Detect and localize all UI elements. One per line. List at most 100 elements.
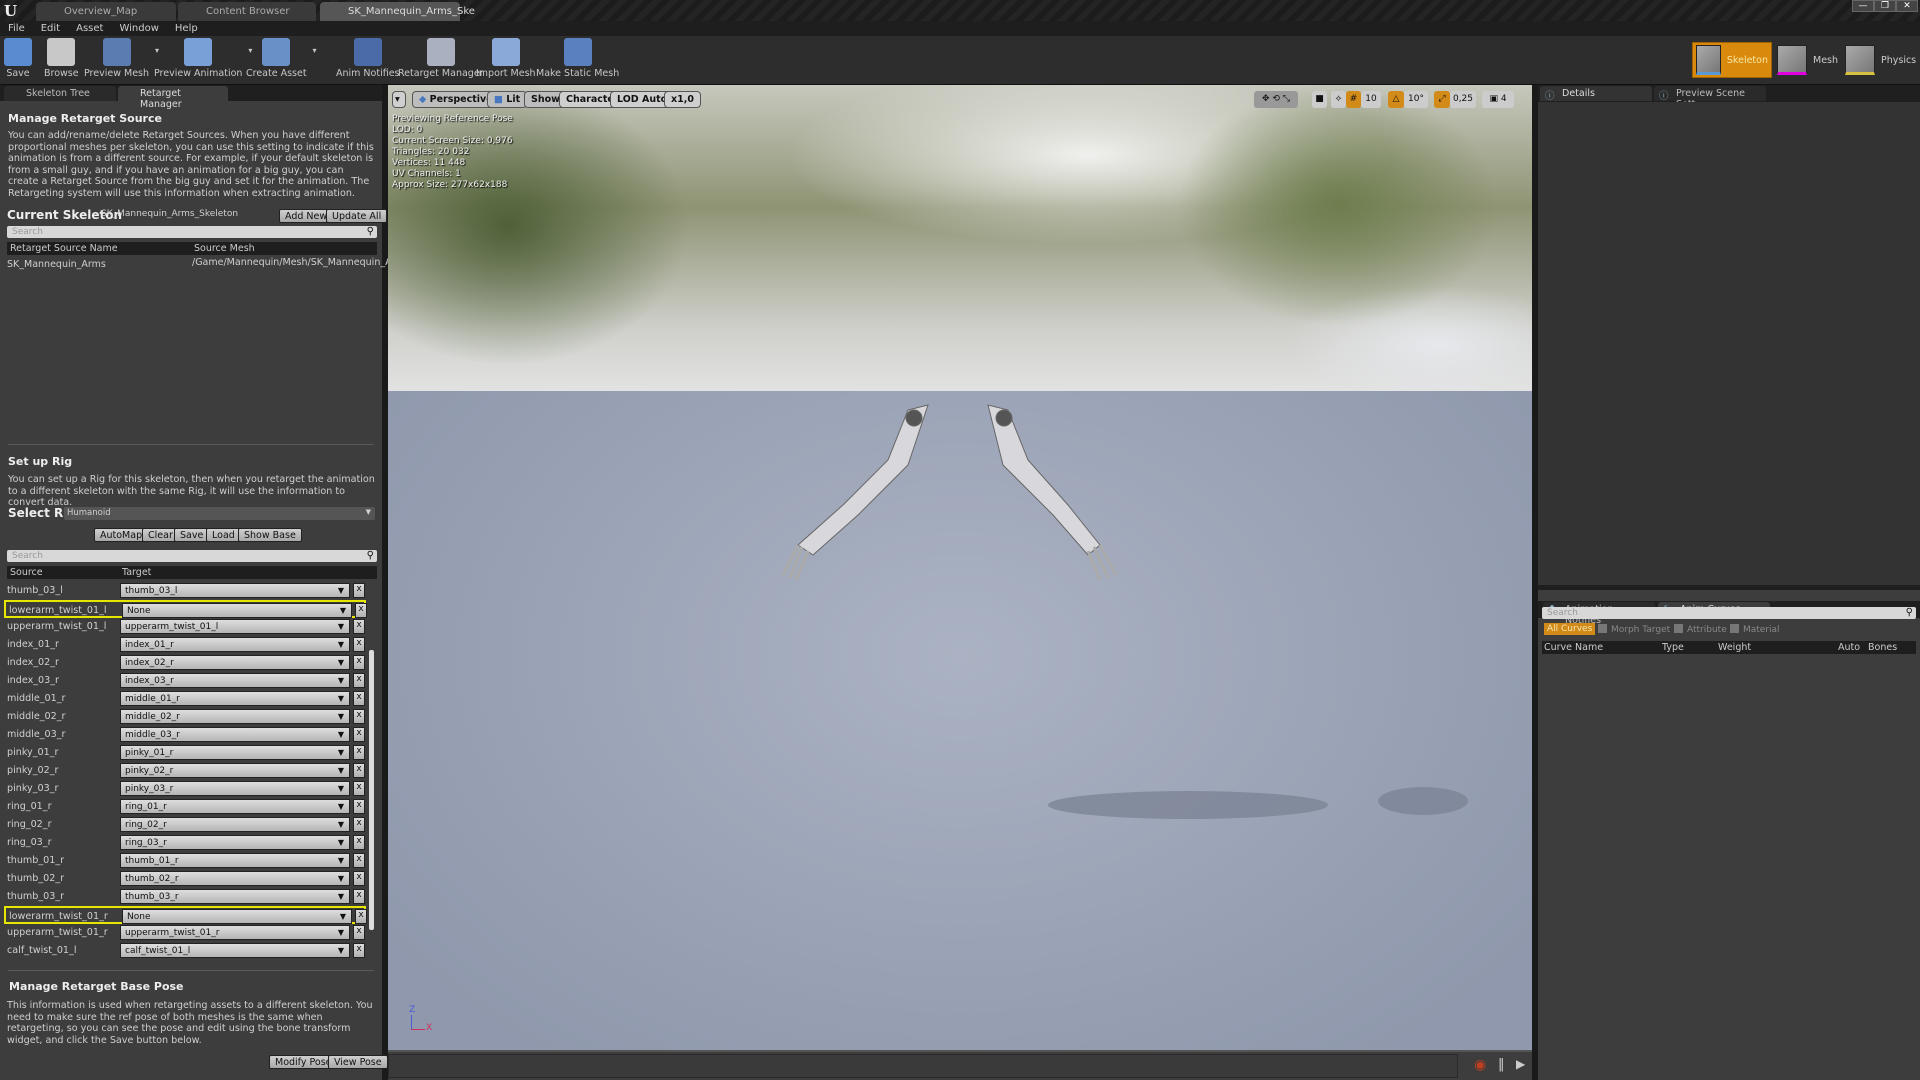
maximize-button[interactable]: ❐ bbox=[1874, 0, 1896, 12]
menu-file[interactable]: File bbox=[8, 23, 25, 34]
morph-target-filter[interactable]: Morph Target bbox=[1598, 624, 1670, 635]
rig-search[interactable]: Search ⚲ bbox=[7, 550, 377, 562]
clear-mapping-button[interactable]: x bbox=[353, 835, 365, 850]
browse-button[interactable]: Browse bbox=[44, 38, 79, 79]
transform-tools[interactable]: ✥ ⟲ ⤡ bbox=[1254, 91, 1298, 108]
clear-mapping-button[interactable]: x bbox=[353, 619, 365, 634]
clear-mapping-button[interactable]: x bbox=[353, 799, 365, 814]
clear-mapping-button[interactable]: x bbox=[353, 583, 365, 598]
target-bone-dropdown[interactable]: ring_01_r ▼ bbox=[120, 799, 350, 814]
target-bone-dropdown[interactable]: index_03_r ▼ bbox=[120, 673, 350, 688]
minimize-button[interactable]: — bbox=[1852, 0, 1874, 12]
menu-edit[interactable]: Edit bbox=[41, 23, 60, 34]
make-static-mesh-button[interactable]: Make Static Mesh bbox=[536, 38, 619, 79]
surface-snap-icon[interactable]: ■ bbox=[1312, 91, 1327, 108]
tab-retarget-manager[interactable]: Retarget Manager bbox=[118, 86, 228, 110]
target-bone-dropdown[interactable]: thumb_02_r ▼ bbox=[120, 871, 350, 886]
tab-skeleton-editor[interactable]: SK_Mannequin_Arms_Ske bbox=[320, 2, 475, 22]
target-bone-dropdown[interactable]: index_01_r ▼ bbox=[120, 637, 350, 652]
rotation-snap-icon[interactable]: △ bbox=[1388, 91, 1404, 108]
grid-snap-icon[interactable]: # bbox=[1346, 91, 1361, 108]
dropdown-arrow-icon[interactable]: ▾ bbox=[313, 46, 317, 55]
viewport-options-button[interactable]: ▾ bbox=[392, 91, 406, 108]
automap-button[interactable]: AutoMap bbox=[94, 528, 149, 542]
target-bone-dropdown[interactable]: calf_twist_01_l ▼ bbox=[120, 943, 350, 958]
retarget-source-search[interactable]: Search ⚲ bbox=[7, 226, 377, 238]
curves-search[interactable]: Search ⚲ bbox=[1542, 607, 1916, 619]
target-bone-dropdown[interactable]: thumb_03_l ▼ bbox=[120, 583, 350, 598]
pause-icon[interactable]: ‖ bbox=[1498, 1057, 1505, 1072]
clear-mapping-button[interactable]: x bbox=[353, 745, 365, 760]
target-bone-dropdown[interactable]: None ▼ bbox=[122, 909, 352, 924]
target-bone-dropdown[interactable]: thumb_01_r ▼ bbox=[120, 853, 350, 868]
clear-mapping-button[interactable]: x bbox=[353, 673, 365, 688]
clear-mapping-button[interactable]: x bbox=[353, 655, 365, 670]
select-rig-dropdown[interactable]: Humanoid ▼ bbox=[64, 507, 375, 520]
target-bone-dropdown[interactable]: pinky_02_r ▼ bbox=[120, 763, 350, 778]
mode-skeleton[interactable]: Skeleton bbox=[1692, 42, 1772, 78]
save-rig-button[interactable]: Save bbox=[174, 528, 210, 542]
world-local-icon[interactable]: ⟡ bbox=[1331, 91, 1346, 108]
update-all-button[interactable]: Update All bbox=[326, 209, 388, 223]
target-bone-dropdown[interactable]: None ▼ bbox=[122, 603, 352, 618]
target-bone-dropdown[interactable]: pinky_03_r ▼ bbox=[120, 781, 350, 796]
clear-mapping-button[interactable]: x bbox=[353, 763, 365, 778]
attribute-filter[interactable]: Attribute bbox=[1674, 624, 1727, 635]
close-button[interactable]: ✕ bbox=[1896, 0, 1918, 12]
tab-preview-scene-settings[interactable]: ⓘPreview Scene Sett bbox=[1654, 86, 1766, 110]
clear-mapping-button[interactable]: x bbox=[355, 909, 367, 924]
clear-mapping-button[interactable]: x bbox=[353, 727, 365, 742]
target-bone-dropdown[interactable]: ring_03_r ▼ bbox=[120, 835, 350, 850]
clear-mapping-button[interactable]: x bbox=[353, 709, 365, 724]
camera-speed-button[interactable]: ▣ 4 bbox=[1482, 91, 1514, 108]
menu-window[interactable]: Window bbox=[119, 23, 158, 34]
import-mesh-button[interactable]: Import Mesh bbox=[476, 38, 536, 79]
target-bone-dropdown[interactable]: middle_02_r ▼ bbox=[120, 709, 350, 724]
table-row[interactable]: SK_Mannequin_Arms /Game/Mannequin/Mesh/S… bbox=[7, 257, 405, 272]
rotation-snap-value[interactable]: 10° bbox=[1404, 91, 1428, 108]
unreal-logo-icon[interactable]: U bbox=[4, 2, 17, 20]
menu-asset[interactable]: Asset bbox=[76, 23, 103, 34]
target-bone-dropdown[interactable]: ring_02_r ▼ bbox=[120, 817, 350, 832]
all-curves-filter[interactable]: All Curves bbox=[1544, 623, 1596, 635]
scale-snap-icon[interactable]: ⤢ bbox=[1434, 91, 1450, 108]
target-bone-dropdown[interactable]: pinky_01_r ▼ bbox=[120, 745, 350, 760]
mode-mesh[interactable]: Mesh bbox=[1774, 42, 1841, 78]
scale-snap-value[interactable]: 0,25 bbox=[1450, 91, 1476, 108]
playback-speed-button[interactable]: x1,0 bbox=[664, 91, 701, 108]
tab-overview-map[interactable]: Overview_Map bbox=[36, 2, 176, 22]
clear-mapping-button[interactable]: x bbox=[353, 871, 365, 886]
clear-mapping-button[interactable]: x bbox=[353, 691, 365, 706]
clear-mapping-button[interactable]: x bbox=[355, 603, 367, 618]
target-bone-dropdown[interactable]: middle_01_r ▼ bbox=[120, 691, 350, 706]
tab-details[interactable]: ⓘ Details bbox=[1540, 86, 1652, 102]
step-forward-icon[interactable]: ▶ bbox=[1516, 1057, 1525, 1071]
clear-mapping-button[interactable]: x bbox=[353, 925, 365, 940]
record-icon[interactable]: ◉ bbox=[1474, 1057, 1486, 1073]
view-pose-button[interactable]: View Pose bbox=[328, 1055, 388, 1069]
load-button[interactable]: Load bbox=[206, 528, 241, 542]
clear-mapping-button[interactable]: x bbox=[353, 943, 365, 958]
timeline-track[interactable] bbox=[388, 1054, 1458, 1078]
menu-help[interactable]: Help bbox=[175, 23, 198, 34]
target-bone-dropdown[interactable]: index_02_r ▼ bbox=[120, 655, 350, 670]
create-asset-button[interactable]: Create Asset ▾ bbox=[246, 38, 317, 79]
grid-snap-value[interactable]: 10 bbox=[1361, 91, 1381, 108]
show-base-button[interactable]: Show Base bbox=[238, 528, 302, 542]
mode-physics[interactable]: Physics bbox=[1842, 42, 1919, 78]
anim-notifies-button[interactable]: Anim Notifies bbox=[336, 38, 400, 79]
tab-skeleton-tree[interactable]: Skeleton Tree bbox=[4, 86, 116, 101]
clear-mapping-button[interactable]: x bbox=[353, 637, 365, 652]
clear-mapping-button[interactable]: x bbox=[353, 853, 365, 868]
clear-mapping-button[interactable]: x bbox=[353, 781, 365, 796]
clear-mapping-button[interactable]: x bbox=[353, 817, 365, 832]
save-button[interactable]: Save bbox=[4, 38, 32, 79]
target-bone-dropdown[interactable]: upperarm_twist_01_l ▼ bbox=[120, 619, 350, 634]
preview-animation-button[interactable]: Preview Animation ▾ bbox=[154, 38, 252, 79]
target-bone-dropdown[interactable]: upperarm_twist_01_r ▼ bbox=[120, 925, 350, 940]
preview-mesh-button[interactable]: Preview Mesh ▾ bbox=[84, 38, 159, 79]
clear-mapping-button[interactable]: x bbox=[353, 889, 365, 904]
target-bone-dropdown[interactable]: middle_03_r ▼ bbox=[120, 727, 350, 742]
lit-button[interactable]: ■ Lit bbox=[487, 91, 528, 108]
scrollbar[interactable] bbox=[369, 650, 374, 930]
